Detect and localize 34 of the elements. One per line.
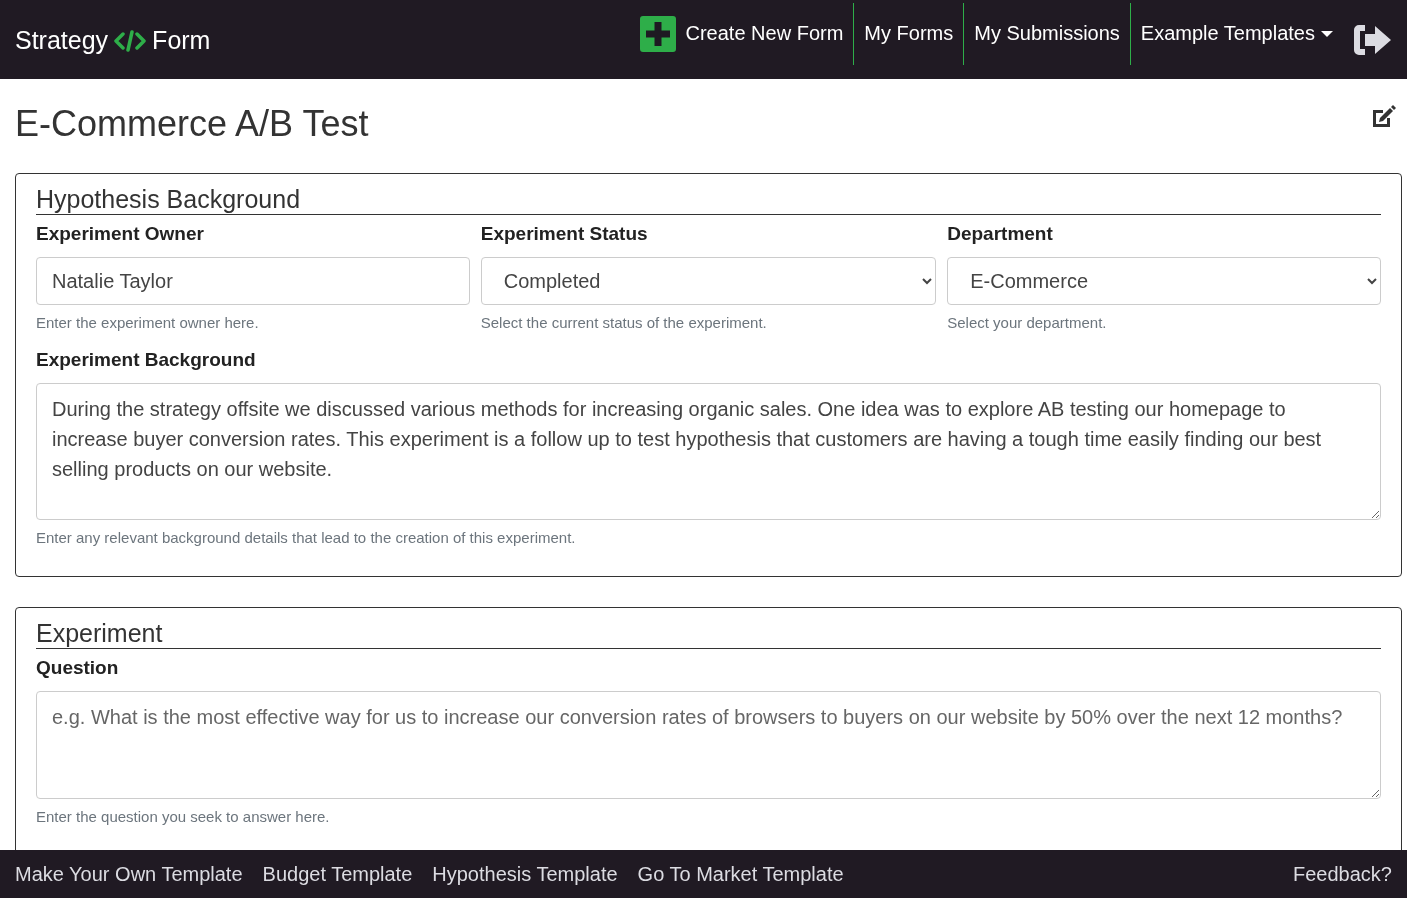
- section-legend: Experiment: [36, 618, 1381, 649]
- field-label: Experiment Owner: [36, 223, 205, 245]
- select-field[interactable]: E-Commerce: [947, 257, 1381, 305]
- code-icon: [114, 28, 147, 53]
- field-label: Experiment Status: [480, 223, 649, 245]
- footer-link[interactable]: Go To Market Template: [627, 862, 854, 886]
- field-label: Department: [947, 223, 1054, 245]
- help-text: Enter any relevant background details that lead to the creation of this experiment.: [36, 529, 577, 546]
- text-area[interactable]: During the strategy offsite we discussed various methods for increasing organic sales. One idea was to explore AB testing our homepage to increase buyer conversion rates. This experiment is a follow up to test hypothesis that customers are having a tough time easily finding our best selling products on our website.: [36, 383, 1381, 520]
- help-text: Select the current status of the experiment.: [480, 314, 768, 331]
- select-field[interactable]: Completed: [480, 257, 937, 305]
- logout-icon[interactable]: [1353, 22, 1393, 57]
- page-title: E-Commerce A/B Test: [15, 103, 369, 145]
- field-label: Question: [36, 657, 120, 679]
- nav-link[interactable]: Example Templates: [1129, 2, 1343, 65]
- brand-name[interactable]: Strategy: [15, 26, 109, 55]
- edit-icon[interactable]: [1370, 105, 1396, 129]
- help-text: Enter the question you seek to answer here.: [36, 808, 331, 825]
- caret-icon: [1321, 30, 1333, 37]
- text-field[interactable]: Natalie Taylor: [36, 257, 470, 305]
- help-text: Select your department.: [947, 314, 1108, 331]
- section-legend: Hypothesis Background: [36, 184, 1381, 215]
- nav-link[interactable]: Create New Form: [629, 2, 854, 65]
- text-area[interactable]: e.g. What is the most effective way for us to increase our conversion rates of browsers to buyers on our website by 50% over the next 12 months?: [36, 691, 1381, 799]
- brand-name[interactable]: Form: [152, 26, 211, 55]
- field-label: Experiment Background: [36, 349, 257, 371]
- feedback-link[interactable]: Feedback?: [1293, 862, 1392, 886]
- footer-link[interactable]: Hypothesis Template: [422, 862, 628, 886]
- nav-link[interactable]: My Forms: [853, 2, 964, 65]
- plus-icon: [639, 15, 676, 52]
- help-text: Enter the experiment owner here.: [36, 314, 260, 331]
- footer-link[interactable]: Budget Template: [252, 862, 423, 886]
- nav-link[interactable]: My Submissions: [963, 2, 1130, 65]
- footer-link[interactable]: Make Your Own Template: [5, 862, 253, 886]
